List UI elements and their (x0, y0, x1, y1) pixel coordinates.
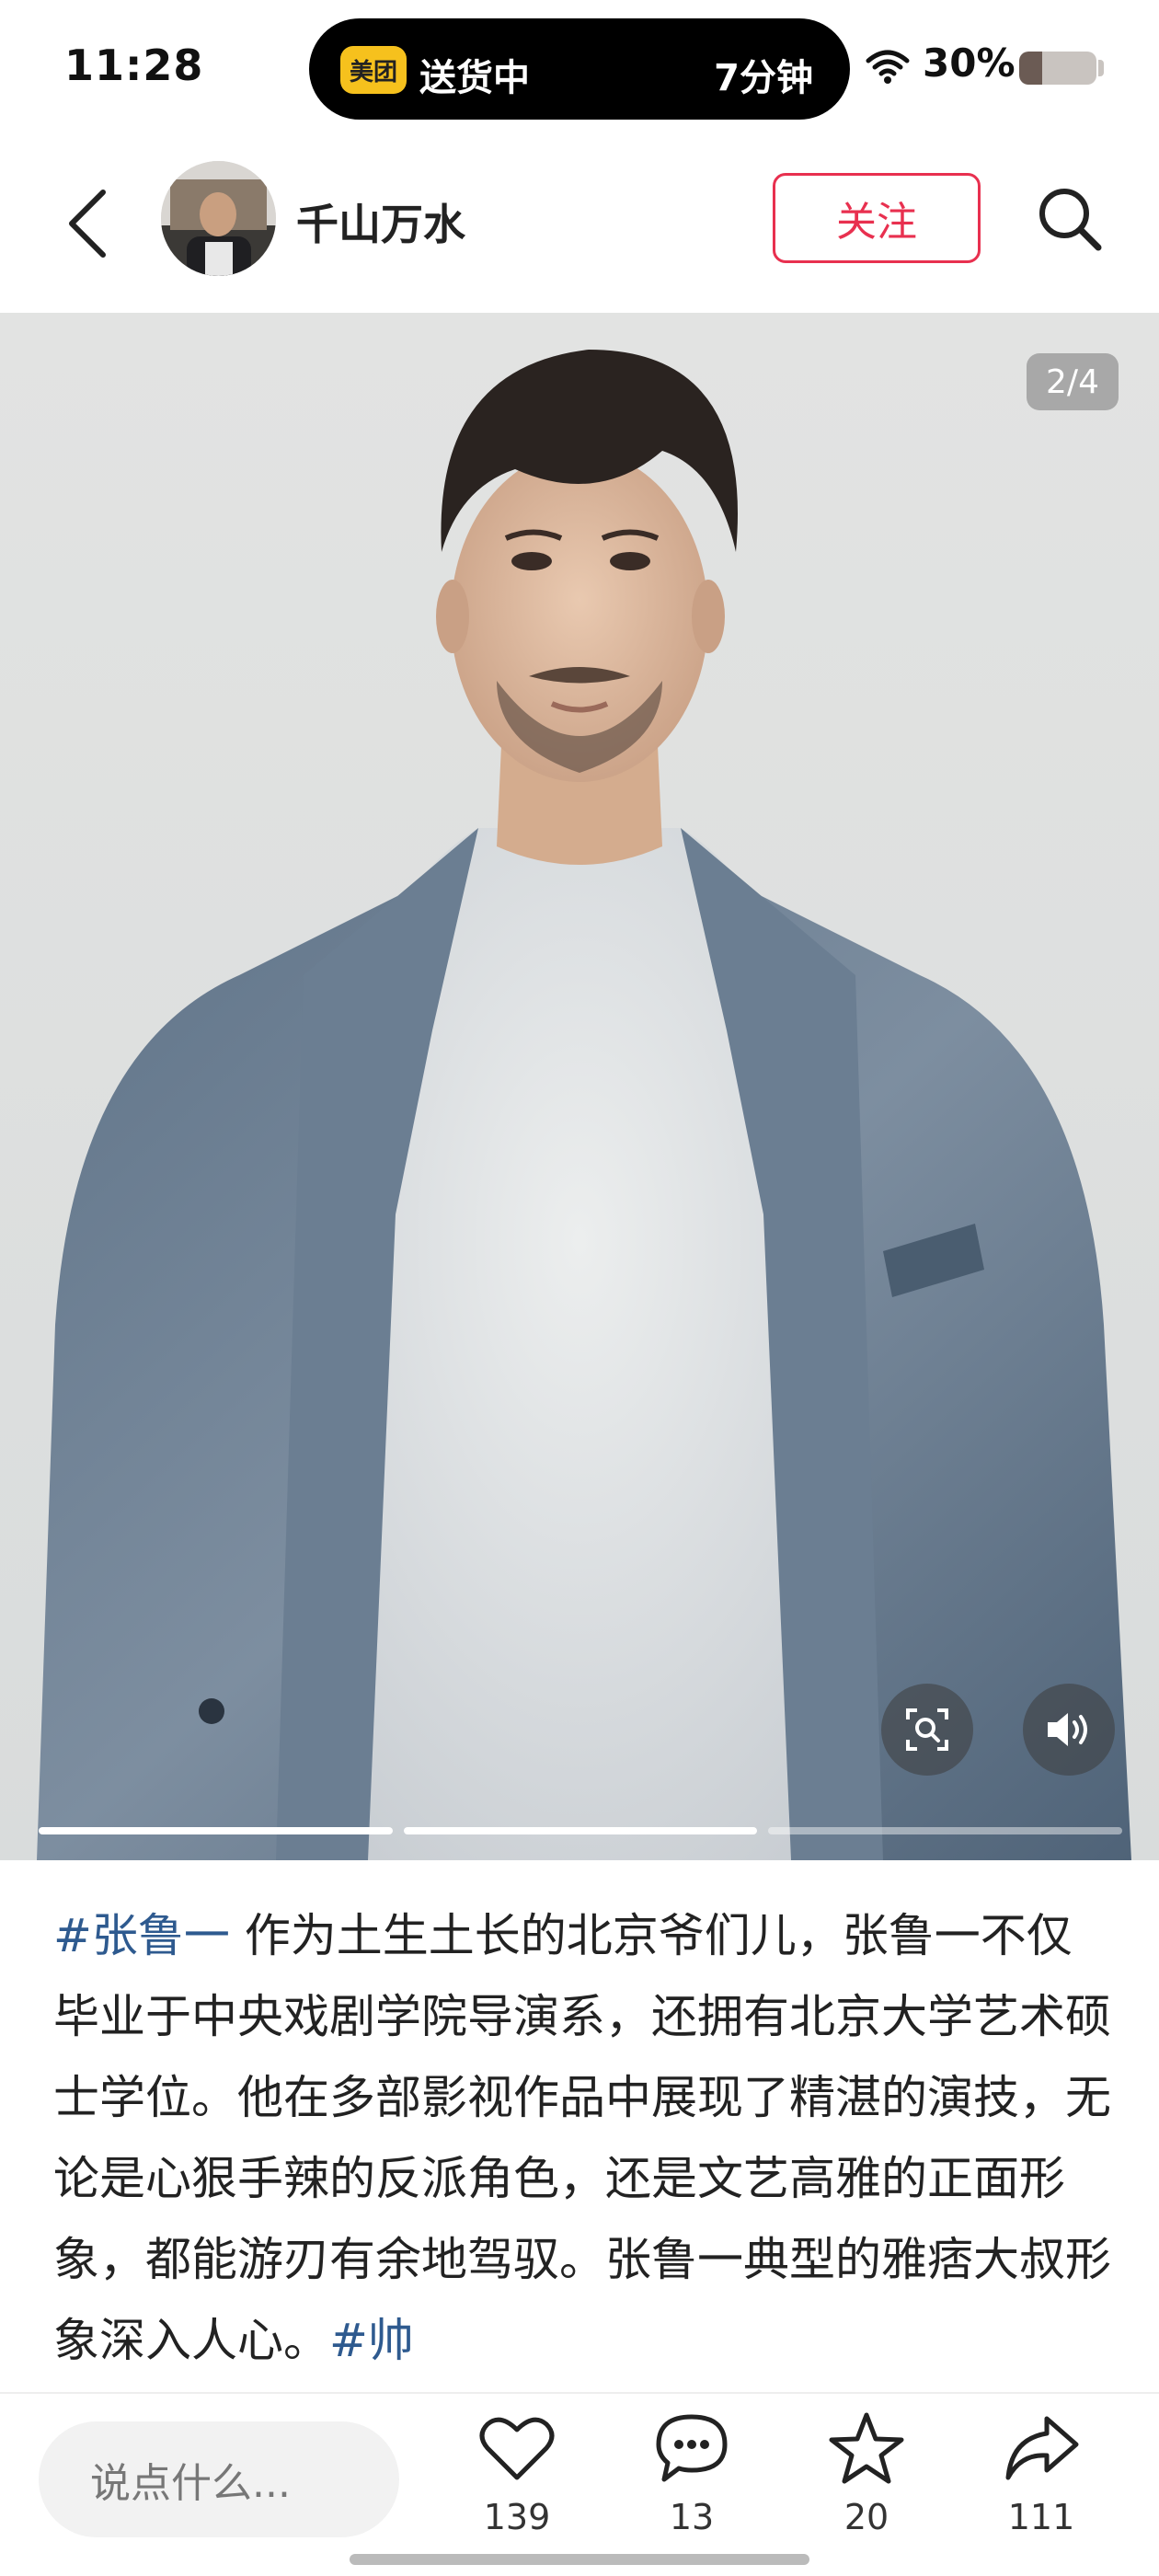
progress-segment (768, 1827, 1123, 1834)
comment-button[interactable]: 13 (627, 2407, 756, 2554)
bottom-action-bar: 说点什么... 139 13 20 111 (0, 2392, 1159, 2576)
post-photo[interactable]: 2/4 (0, 313, 1159, 1860)
sound-button[interactable] (1023, 1684, 1115, 1776)
share-button[interactable]: 111 (977, 2407, 1106, 2554)
dynamic-island-delivery[interactable]: 美团 送货中 7分钟 (309, 18, 850, 120)
caption-text: 作为土生土长的北京爷们儿，张鲁一不仅毕业于中央戏剧学院导演系，还拥有北京大学艺术… (53, 1909, 1111, 2367)
back-button[interactable] (55, 182, 120, 265)
star-icon (825, 2407, 908, 2490)
delivery-eta: 7分钟 (714, 57, 813, 99)
favorite-button[interactable]: 20 (802, 2407, 931, 2554)
post-caption: #张鲁一 作为土生土长的北京爷们儿，张鲁一不仅毕业于中央戏剧学院导演系，还拥有北… (53, 1895, 1111, 2381)
meituan-logo: 美团 (340, 46, 407, 94)
home-indicator[interactable] (350, 2554, 809, 2565)
favorite-count: 20 (843, 2497, 889, 2537)
speaker-icon (1048, 1713, 1087, 1746)
battery-icon (1019, 52, 1096, 85)
share-count: 111 (1007, 2497, 1075, 2537)
progress-fill (403, 1827, 758, 1834)
battery-tip (1098, 60, 1104, 76)
portrait-image (0, 313, 1159, 1860)
comment-input[interactable]: 说点什么... (39, 2421, 399, 2537)
post-header: 千山万水 关注 (0, 138, 1159, 313)
battery-level (1019, 52, 1043, 85)
hashtag-link[interactable]: #帅 (329, 2314, 414, 2367)
search-button[interactable] (1026, 175, 1114, 263)
search-icon (1039, 189, 1102, 251)
like-count: 139 (483, 2497, 551, 2537)
follow-button[interactable]: 关注 (773, 173, 981, 263)
slideshow-progress (39, 1827, 1123, 1834)
status-bar: 11:28 美团 送货中 7分钟 30% (0, 0, 1159, 138)
author-name[interactable]: 千山万水 (296, 191, 465, 252)
progress-segment (403, 1827, 758, 1834)
comment-count: 13 (669, 2497, 715, 2537)
comment-icon (650, 2407, 733, 2490)
image-search-icon (906, 1708, 948, 1751)
hashtag-link[interactable]: #张鲁一 (53, 1909, 230, 1962)
heart-icon (476, 2407, 558, 2490)
image-search-button[interactable] (881, 1684, 973, 1776)
progress-segment (39, 1827, 393, 1834)
share-icon (1000, 2407, 1083, 2490)
progress-fill (39, 1827, 393, 1834)
delivery-status: 送货中 (419, 57, 530, 99)
battery-percent: 30% (923, 40, 1016, 86)
status-time: 11:28 (64, 40, 204, 90)
chevron-left-icon (69, 190, 106, 258)
wifi-icon (865, 48, 911, 85)
like-button[interactable]: 139 (453, 2407, 581, 2554)
avatar[interactable] (161, 161, 276, 276)
page-indicator: 2/4 (1027, 353, 1119, 410)
